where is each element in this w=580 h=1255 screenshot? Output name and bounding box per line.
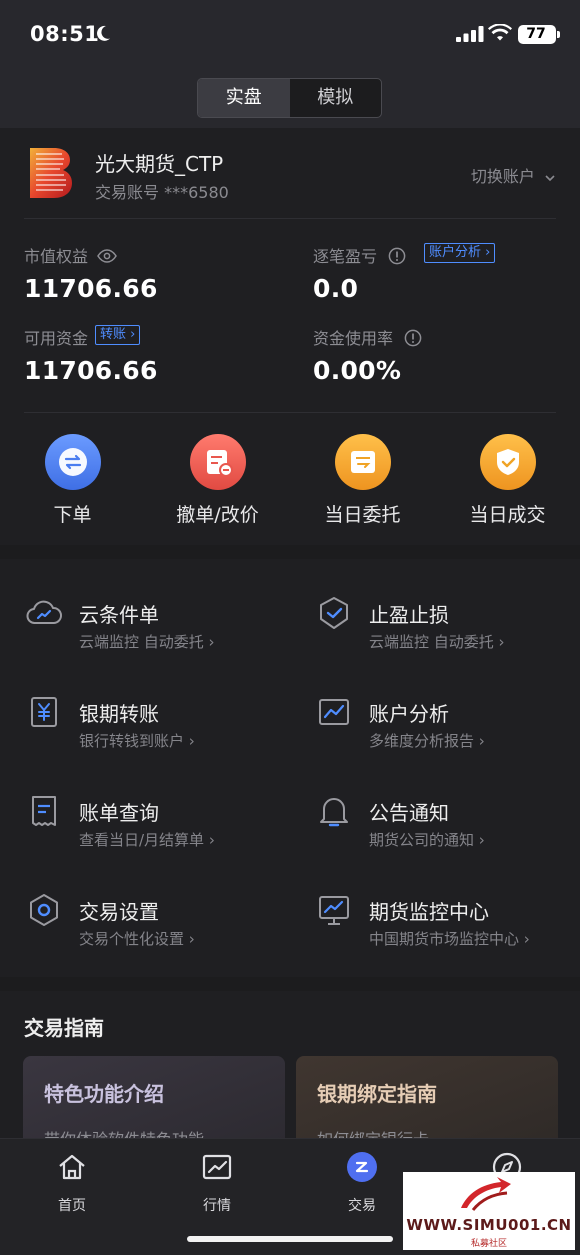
switch-account-label: 切换账户: [470, 167, 535, 186]
today-deals-label: 当日成交: [469, 504, 546, 526]
wifi-icon: [488, 24, 512, 41]
tool-title: 账单查询: [79, 801, 159, 825]
tool-subtitle: 期货公司的通知 ›: [369, 831, 485, 849]
available-funds-value: 11706.66: [24, 356, 158, 385]
bell-icon: [320, 798, 348, 827]
chart-monitor-icon: [319, 699, 349, 725]
tool-subtitle: 云端监控 自动委托 ›: [79, 633, 215, 651]
header: 实盘 模拟: [0, 66, 580, 128]
exchange-icon: [44, 434, 101, 490]
tool-title: 银期转账: [79, 702, 159, 726]
broker-logo: [30, 148, 72, 198]
yen-transfer-icon: [31, 697, 57, 727]
status-bar: 08:51 77: [0, 0, 580, 66]
guide-title: 交易指南: [24, 1016, 104, 1040]
place-order-label: 下单: [53, 504, 92, 526]
account-analysis[interactable]: 账户分析 多维度分析报告 ›: [290, 668, 580, 767]
tab-simulation[interactable]: 模拟: [290, 79, 382, 117]
tool-subtitle: 多维度分析报告 ›: [369, 732, 485, 750]
pnl-value: 0.0: [313, 274, 359, 303]
today-orders-button[interactable]: 当日委托: [290, 434, 435, 527]
watermark-sub: 私募社区: [470, 1239, 507, 1249]
cancel-order-icon: [189, 434, 246, 490]
account-number: 交易账号 ***6580: [95, 183, 229, 202]
account-analysis-tag[interactable]: 账户分析 ›: [424, 243, 496, 263]
futures-monitor-center[interactable]: 期货监控中心 中国期货市场监控中心 ›: [290, 866, 580, 965]
shield-check-icon: [320, 597, 348, 629]
watermark-logo: [461, 1177, 511, 1211]
divider: [24, 218, 556, 219]
market-chart-icon: [202, 1154, 232, 1180]
tools-grid: 云条件单 云端监控 自动委托 › 止盈止损 云端监控 自动委托 › 银期转账 银…: [0, 559, 580, 977]
tool-title: 账户分析: [369, 702, 449, 726]
today-order-icon: [334, 434, 391, 490]
tool-subtitle: 中国期货市场监控中心 ›: [369, 930, 530, 948]
tool-title: 止盈止损: [369, 603, 449, 627]
info-icon[interactable]: [404, 329, 422, 347]
chevron-down-icon: [545, 174, 555, 181]
market-equity-label: 市值权益: [24, 243, 117, 267]
tab-trade[interactable]: 交易: [317, 1151, 407, 1215]
watermark-text: WWW.SIMU001.CN: [406, 1216, 572, 1234]
battery-level: 77: [526, 26, 546, 42]
take-profit-stop-loss[interactable]: 止盈止损 云端监控 自动委托 ›: [290, 569, 580, 668]
hexagon-settings-icon: [30, 894, 58, 926]
trade-settings[interactable]: 交易设置 交易个性化设置 ›: [0, 866, 290, 965]
divider: [24, 412, 556, 413]
tool-title: 云条件单: [79, 603, 159, 627]
tab-label: 行情: [203, 1198, 231, 1214]
screen: 08:51 77 实盘 模拟 光大期货_CTP 交易账号 ***6580 切换账…: [0, 0, 580, 1255]
account-card: 光大期货_CTP 交易账号 ***6580 切换账户 市值权益 11706.66…: [0, 128, 580, 545]
watermark: WWW.SIMU001.CN 私募社区: [403, 1172, 575, 1250]
cancel-order-label: 撤单/改价: [176, 504, 259, 526]
tool-title: 交易设置: [79, 900, 159, 924]
tab-label: 首页: [58, 1198, 86, 1214]
home-icon: [59, 1154, 85, 1180]
today-orders-label: 当日委托: [324, 504, 401, 526]
card-title: 银期绑定指南: [317, 1082, 437, 1106]
cloud-condition-order[interactable]: 云条件单 云端监控 自动委托 ›: [0, 569, 290, 668]
switch-account-button[interactable]: 切换账户: [471, 163, 556, 187]
card-title: 特色功能介绍: [44, 1082, 164, 1106]
announcements[interactable]: 公告通知 期货公司的通知 ›: [290, 767, 580, 866]
tool-title: 公告通知: [369, 801, 449, 825]
moon-icon: [97, 25, 110, 41]
home-indicator[interactable]: [187, 1236, 393, 1242]
usage-label: 资金使用率: [313, 325, 422, 349]
tool-subtitle: 查看当日/月结算单 ›: [79, 831, 215, 849]
info-icon[interactable]: [388, 247, 406, 265]
tool-subtitle: 云端监控 自动委托 ›: [369, 633, 505, 651]
cloud-icon: [26, 600, 62, 624]
trade-icon: [347, 1152, 377, 1182]
monitor-center-icon: [319, 896, 349, 925]
bill-icon: [32, 796, 56, 826]
battery-icon: 77: [518, 25, 560, 44]
place-order-button[interactable]: 下单: [0, 434, 145, 527]
bill-query[interactable]: 账单查询 查看当日/月结算单 ›: [0, 767, 290, 866]
mode-switch: 实盘 模拟: [197, 78, 382, 118]
transfer-tag[interactable]: 转账 ›: [95, 325, 141, 345]
broker-name: 光大期货_CTP: [95, 152, 224, 176]
tool-title: 期货监控中心: [369, 900, 489, 924]
market-equity-value: 11706.66: [24, 274, 158, 303]
today-deal-icon: [479, 434, 536, 490]
today-deals-button[interactable]: 当日成交: [435, 434, 580, 527]
usage-value: 0.00%: [313, 356, 402, 385]
bank-futures-transfer[interactable]: 银期转账 银行转钱到账户 ›: [0, 668, 290, 767]
tool-subtitle: 交易个性化设置 ›: [79, 930, 195, 948]
tab-label: 交易: [348, 1198, 376, 1214]
cancel-order-button[interactable]: 撤单/改价: [145, 434, 290, 527]
tab-market[interactable]: 行情: [172, 1151, 262, 1215]
pnl-label: 逐笔盈亏: [313, 243, 406, 267]
eye-icon[interactable]: [97, 249, 117, 263]
signal-icon: [456, 26, 484, 42]
tool-subtitle: 银行转钱到账户 ›: [79, 732, 195, 750]
available-funds-label: 可用资金: [24, 329, 89, 348]
status-time: 08:51: [30, 22, 100, 46]
tab-real[interactable]: 实盘: [198, 79, 290, 117]
tab-home[interactable]: 首页: [27, 1151, 117, 1215]
